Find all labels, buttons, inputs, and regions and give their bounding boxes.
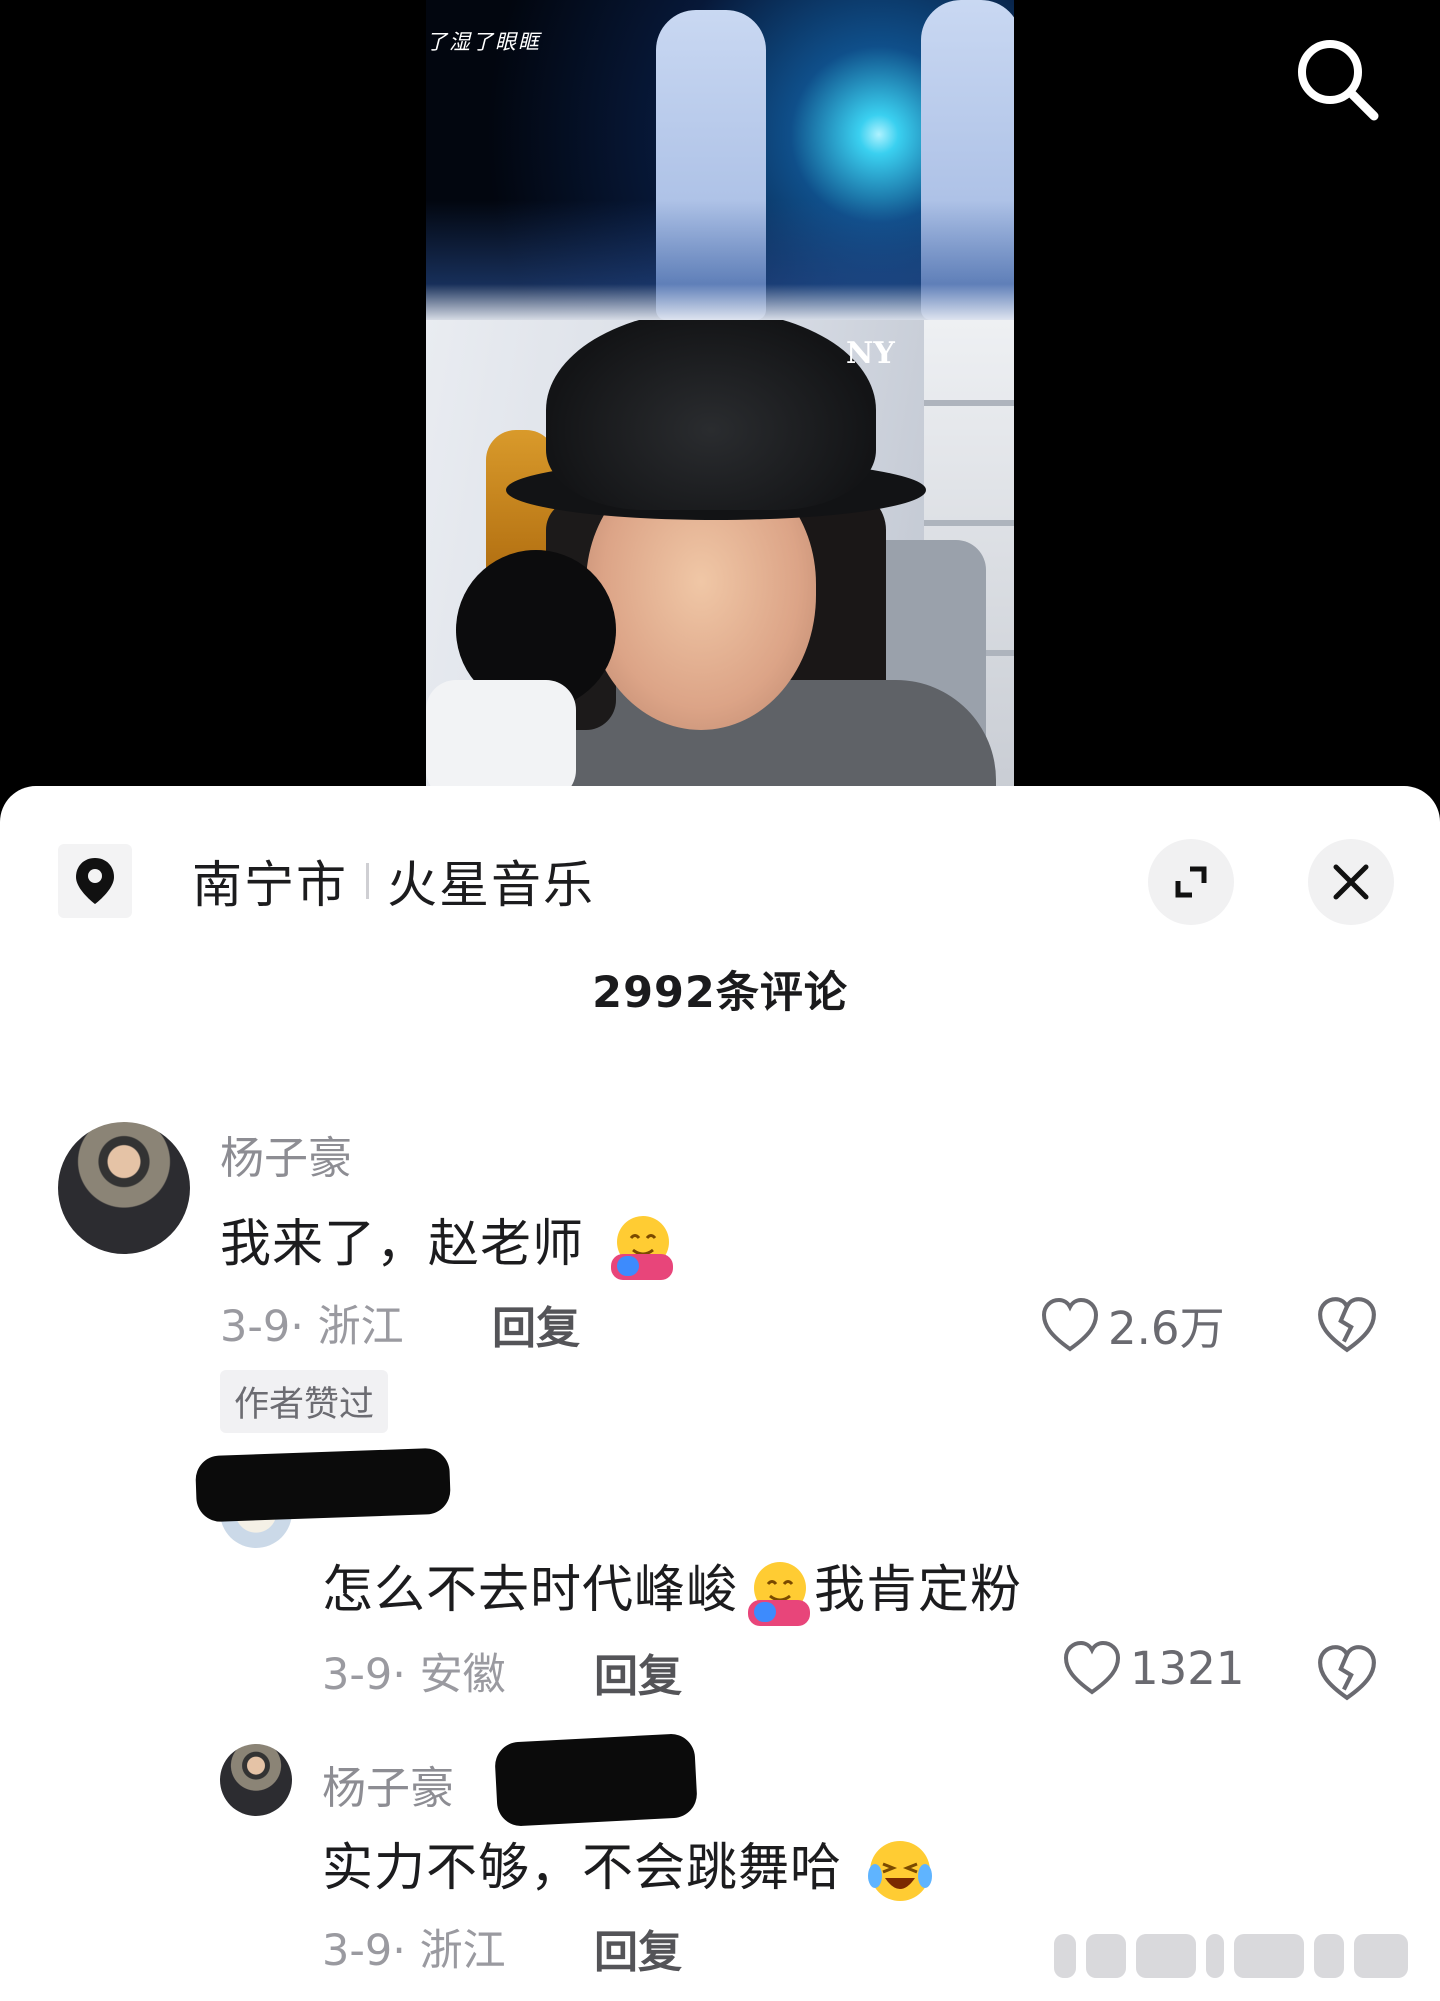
comment-meta: 3-9· 浙江 — [322, 1926, 506, 1976]
streamer-scene: NY — [426, 320, 1014, 790]
author-liked-badge: 作者赞过 — [220, 1370, 389, 1433]
close-icon — [1333, 864, 1369, 900]
comment-panel: 南宁市 火星音乐 2992条评论 杨子豪 我来了，赵老师 3-9· 浙江 回复 — [0, 786, 1440, 2001]
hugging-face-emoji-icon — [611, 1216, 674, 1280]
like-button[interactable]: 2.6万 — [1040, 1292, 1225, 1357]
hugging-face-emoji-icon — [748, 1562, 811, 1626]
location-city: 南宁市 — [192, 856, 348, 914]
comment-text-tail: 我肯定粉 — [814, 1561, 1023, 1620]
reply-button[interactable]: 回复 — [594, 1916, 682, 1980]
comment-text: 实力不够，不会跳舞哈 — [322, 1826, 935, 1906]
mic-arm — [426, 680, 576, 790]
location-venue: 火星音乐 — [387, 856, 595, 914]
expand-button[interactable] — [1148, 839, 1234, 925]
heart-outline-icon — [1041, 1297, 1099, 1351]
like-button[interactable]: 1321 — [1062, 1640, 1245, 1696]
close-button[interactable] — [1308, 839, 1394, 925]
location-bar[interactable]: 南宁市 火星音乐 — [192, 846, 595, 916]
comment-text: 我来了，赵老师 — [220, 1202, 677, 1282]
heart-outline-icon — [1063, 1640, 1121, 1695]
hat-logo: NY — [846, 336, 895, 371]
avatar[interactable] — [220, 1744, 292, 1816]
comment-text-body: 实力不够，不会跳舞哈 — [322, 1839, 843, 1898]
redaction-mark — [493, 1732, 699, 1828]
dislike-button[interactable] — [1316, 1642, 1378, 1704]
expand-icon — [1175, 866, 1207, 898]
bucket-hat: NY — [546, 320, 895, 510]
like-count: 1321 — [1130, 1641, 1245, 1695]
search-button[interactable] — [1290, 32, 1386, 128]
like-count: 2.6万 — [1108, 1302, 1225, 1355]
comment-text-body: 我来了，赵老师 — [220, 1215, 585, 1274]
comment-meta: 3-9· 安徽 — [322, 1650, 506, 1700]
comment-text: 怎么不去时代峰峻 我肯定粉 — [322, 1548, 1022, 1628]
video-frame[interactable]: 了湿了眼眶 NY — [426, 0, 1014, 790]
comment-username[interactable]: 杨子豪 — [322, 1752, 454, 1816]
location-pin-icon — [76, 858, 114, 904]
redaction-mark — [194, 1447, 452, 1523]
search-icon — [1298, 40, 1379, 121]
divider — [366, 863, 369, 899]
broken-heart-icon — [1318, 1297, 1376, 1353]
stage-gradient — [426, 200, 1014, 320]
reply-button[interactable]: 回复 — [492, 1292, 580, 1356]
crying-laughing-emoji-icon — [868, 1841, 933, 1901]
video-player[interactable]: 了湿了眼眶 NY — [0, 0, 1440, 790]
reply-button[interactable]: 回复 — [594, 1640, 682, 1704]
broken-heart-icon — [1318, 1645, 1376, 1701]
comment-text-body: 怎么不去时代峰峻 — [322, 1561, 739, 1620]
location-button[interactable] — [58, 844, 132, 918]
comment-count: 2992条评论 — [592, 968, 848, 1018]
video-subtitle: 了湿了眼眶 — [426, 30, 541, 54]
dislike-button[interactable] — [1316, 1294, 1378, 1356]
input-placeholder-bar — [1054, 1928, 1430, 1984]
comment-username[interactable]: 杨子豪 — [220, 1122, 352, 1186]
avatar[interactable] — [58, 1122, 190, 1254]
comment-meta: 3-9· 浙江 — [220, 1302, 404, 1352]
